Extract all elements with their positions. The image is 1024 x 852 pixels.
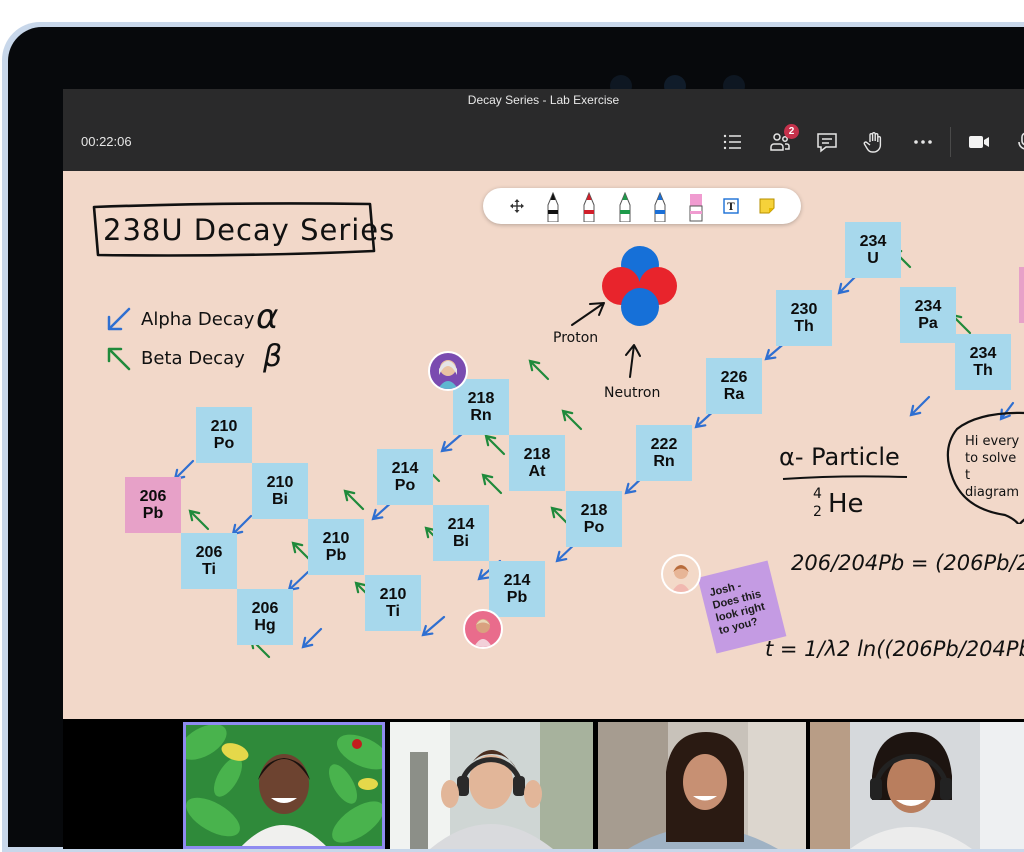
mic-icon[interactable] <box>1014 130 1024 154</box>
beta-decay-arrow <box>481 473 503 495</box>
nuclide-tile-final[interactable]: 206 Pb <box>125 477 181 533</box>
nuclide-tile[interactable]: 214 Po <box>377 449 433 505</box>
camera-icon[interactable] <box>967 130 991 154</box>
nuclide-tile[interactable]: 206 Ti <box>181 533 237 589</box>
collaborator-avatar <box>463 609 503 649</box>
alpha-decay-arrow <box>909 395 931 417</box>
participant-video[interactable] <box>598 722 806 849</box>
alpha-decay-arrow <box>421 615 446 637</box>
app-screen: Decay Series - Lab Exercise 00:22:06 2 T… <box>63 89 1024 849</box>
meeting-timer: 00:22:06 <box>81 134 132 149</box>
collaborator-avatar <box>661 554 701 594</box>
nuclide-tile[interactable]: 234 Th <box>955 334 1011 390</box>
alpha-decay-arrow <box>287 570 310 592</box>
nuclide-tile[interactable]: 210 Bi <box>252 463 308 519</box>
chat-icon[interactable] <box>815 130 839 154</box>
equation-isotope-ratio: 206/204Pb = (206Pb/204Pb) + 238U/204Pb <box>791 551 1024 575</box>
beta-decay-arrow <box>343 489 365 511</box>
video-gallery <box>63 719 1024 849</box>
nuclide-tile[interactable]: 234 Pa <box>900 287 956 343</box>
nuclide-tile[interactable]: 210 Ti <box>365 575 421 631</box>
particle-mass-number: 4 <box>813 486 822 502</box>
nuclide-tile-partial[interactable] <box>1019 267 1024 323</box>
window-title: Decay Series - Lab Exercise <box>467 93 620 107</box>
list-icon[interactable] <box>721 130 745 154</box>
beta-decay-arrow <box>188 509 210 531</box>
speech-bubble-text: Hi every to solve t diagram <box>965 434 1020 500</box>
nuclide-tile[interactable]: 218 At <box>509 435 565 491</box>
alpha-decay-arrow <box>440 431 465 453</box>
beta-decay-arrow <box>484 434 506 456</box>
nuclide-tile[interactable]: 214 Bi <box>433 505 489 561</box>
meeting-header: Decay Series - Lab Exercise 00:22:06 2 <box>63 89 1024 171</box>
more-icon[interactable] <box>911 130 935 154</box>
participants-badge: 2 <box>784 124 799 139</box>
equation-age: t = 1/λ2 ln((206Pb/204Pb) - (206Pb/238U <box>765 637 1024 661</box>
alpha-decay-arrow <box>301 627 323 649</box>
particle-underline <box>782 475 908 480</box>
beta-decay-arrow <box>528 359 550 381</box>
nuclide-tile[interactable]: 222 Rn <box>636 425 692 481</box>
particle-atomic-number: 2 <box>813 504 822 520</box>
nuclide-tile[interactable]: 226 Ra <box>706 358 762 414</box>
nuclide-tile[interactable]: 210 Po <box>196 407 252 463</box>
particle-symbol: He <box>828 489 864 519</box>
nuclide-tile[interactable]: 234 U <box>845 222 901 278</box>
nuclide-tile[interactable]: 210 Pb <box>308 519 364 575</box>
nuclide-tile[interactable]: 218 Po <box>566 491 622 547</box>
whiteboard-canvas[interactable]: T 238U Decay Series Alpha Decay α Beta D… <box>63 171 1024 719</box>
nuclide-tile[interactable]: 206 Hg <box>237 589 293 645</box>
nuclide-tile[interactable]: 214 Pb <box>489 561 545 617</box>
particle-title: α- Particle <box>779 443 900 471</box>
participant-video[interactable] <box>810 722 1024 849</box>
nuclide-tile[interactable]: 218 Rn <box>453 379 509 435</box>
beta-decay-arrow <box>561 409 583 431</box>
raise-hand-icon[interactable] <box>862 130 886 154</box>
nuclide-tile[interactable]: 230 Th <box>776 290 832 346</box>
toolbar-divider <box>950 127 951 157</box>
alpha-decay-arrow <box>231 514 253 536</box>
collaborator-avatar <box>428 351 468 391</box>
participant-video[interactable] <box>390 722 593 849</box>
participant-video-active[interactable] <box>183 722 385 849</box>
